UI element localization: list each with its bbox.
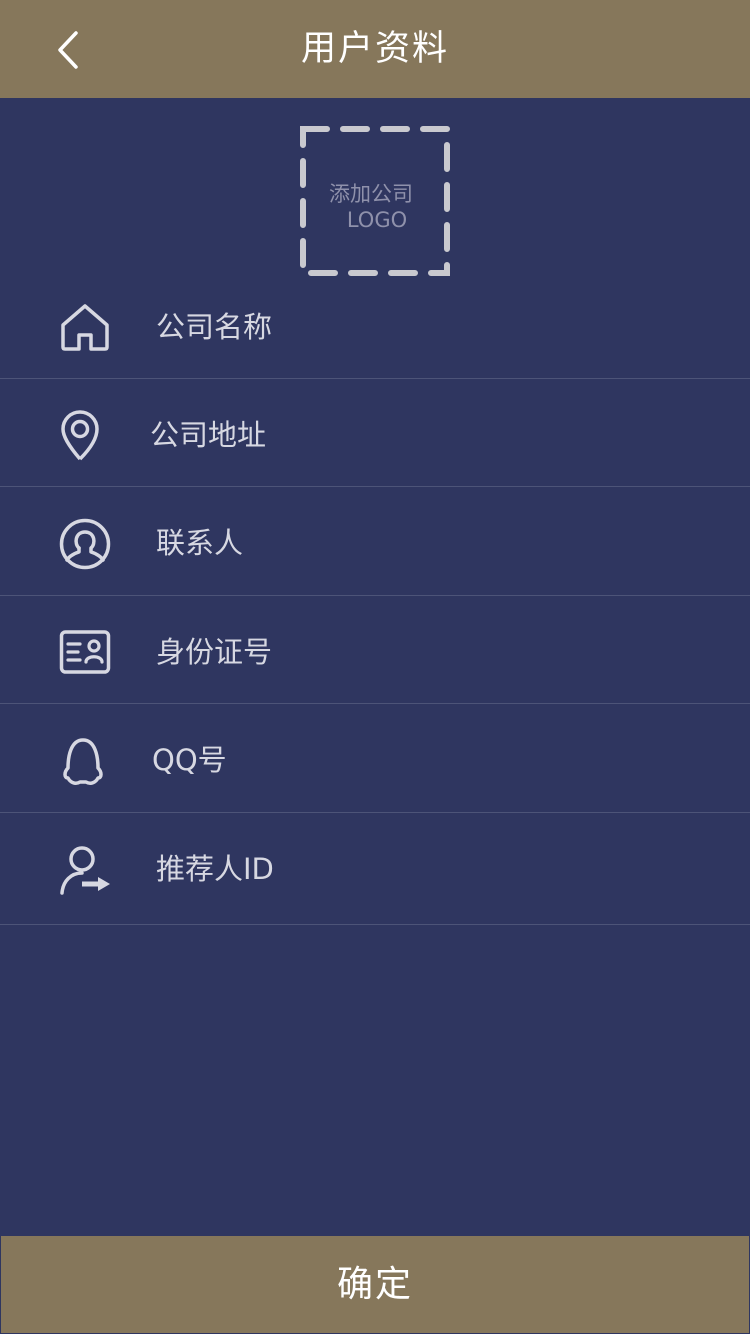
list-item-qq[interactable]: QQ号 xyxy=(0,704,750,813)
qq-icon xyxy=(63,738,103,785)
referrer-icon xyxy=(60,846,110,895)
referrer-label: 推荐人ID xyxy=(156,852,274,886)
contact-person-icon xyxy=(59,518,111,570)
home-icon xyxy=(61,304,109,351)
logo-upload-button[interactable]: 添加公司 LOGO xyxy=(300,126,450,276)
logo-upload-subtext: LOGO xyxy=(346,208,408,232)
confirm-button[interactable]: 确定 xyxy=(1,1236,749,1333)
list-item-company-address[interactable]: 公司地址 xyxy=(0,379,750,487)
id-number-label: 身份证号 xyxy=(156,635,273,669)
list-item-referrer[interactable]: 推荐人ID xyxy=(0,813,750,925)
page-title: 用户资料 xyxy=(300,29,449,69)
divider xyxy=(0,924,750,925)
top-bar: 用户资料 xyxy=(0,0,750,98)
company-address-label: 公司地址 xyxy=(150,418,267,452)
contact-label: 联系人 xyxy=(156,526,244,560)
list-item-contact[interactable]: 联系人 xyxy=(0,487,750,596)
logo-upload-text: 添加公司 xyxy=(329,182,413,206)
list-item-company-name[interactable]: 公司名称 xyxy=(0,279,750,379)
list-item-id-number[interactable]: 身份证号 xyxy=(0,596,750,704)
id-card-icon xyxy=(59,630,111,674)
company-name-label: 公司名称 xyxy=(156,310,273,344)
qq-label: QQ号 xyxy=(152,743,227,777)
location-pin-icon xyxy=(61,410,99,461)
